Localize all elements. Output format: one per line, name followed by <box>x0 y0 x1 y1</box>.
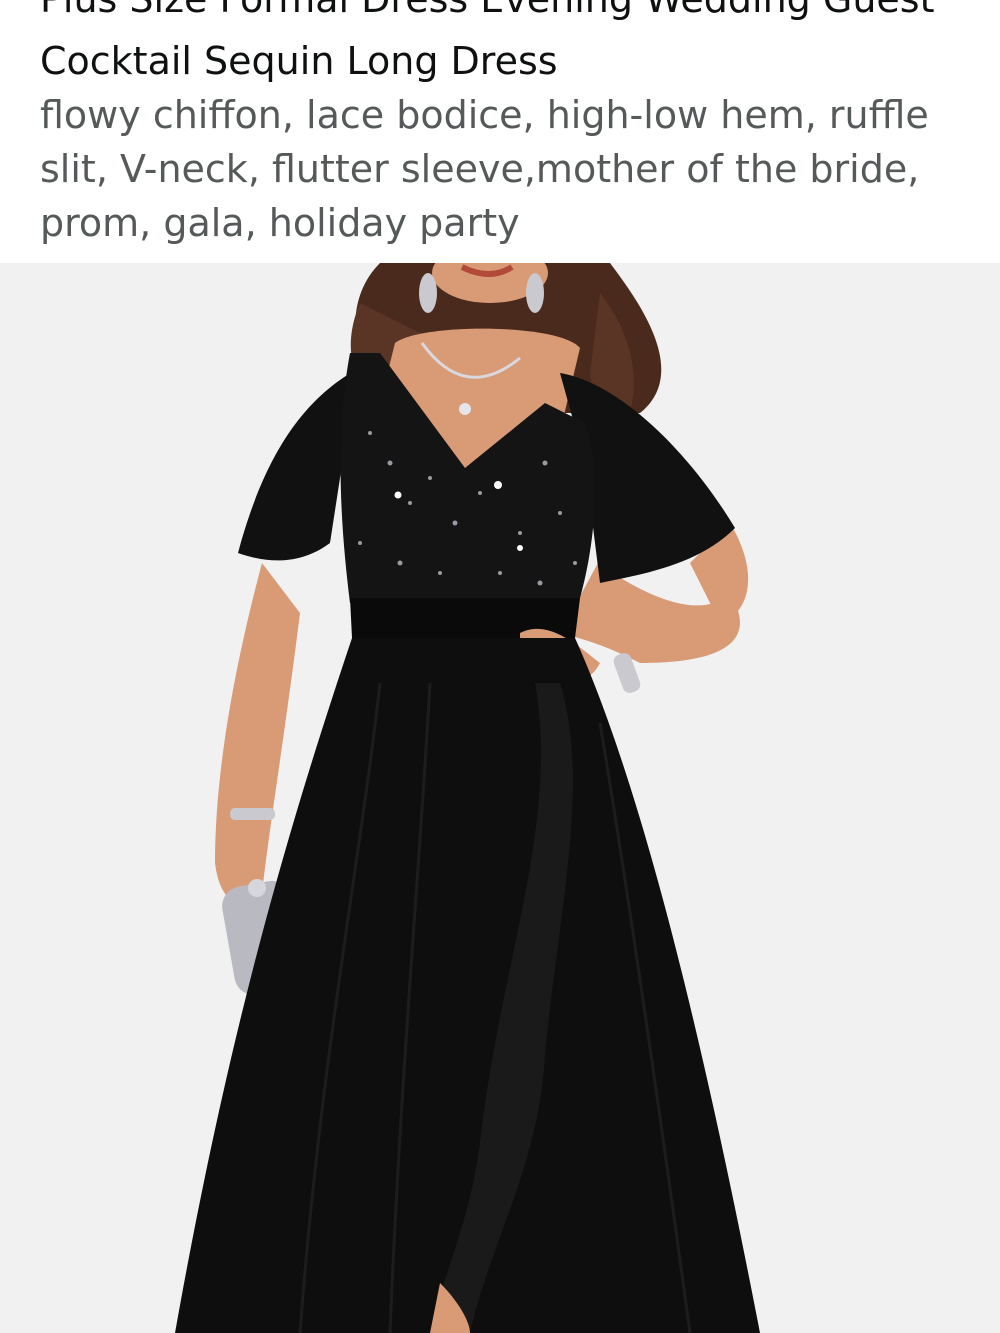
product-description: flowy chiffon, lace bodice, high-low hem… <box>40 88 970 250</box>
product-image[interactable] <box>0 263 1000 1333</box>
product-title-line-2: Cocktail Sequin Long Dress <box>40 39 558 83</box>
product-description-line-1: flowy chiffon, lace bodice, high-low hem… <box>40 93 929 137</box>
earring-right <box>526 273 544 313</box>
dress-illustration <box>0 263 1000 1333</box>
product-description-line-2: slit, V-neck, flutter sleeve,mother of t… <box>40 147 920 191</box>
product-title-block: Plus Size Formal Dress Evening Wedding G… <box>40 0 970 263</box>
product-description-line-3: prom, gala, holiday party <box>40 201 520 245</box>
product-title-line-1: Plus Size Formal Dress Evening Wedding G… <box>40 0 934 26</box>
earring-left <box>419 273 437 313</box>
